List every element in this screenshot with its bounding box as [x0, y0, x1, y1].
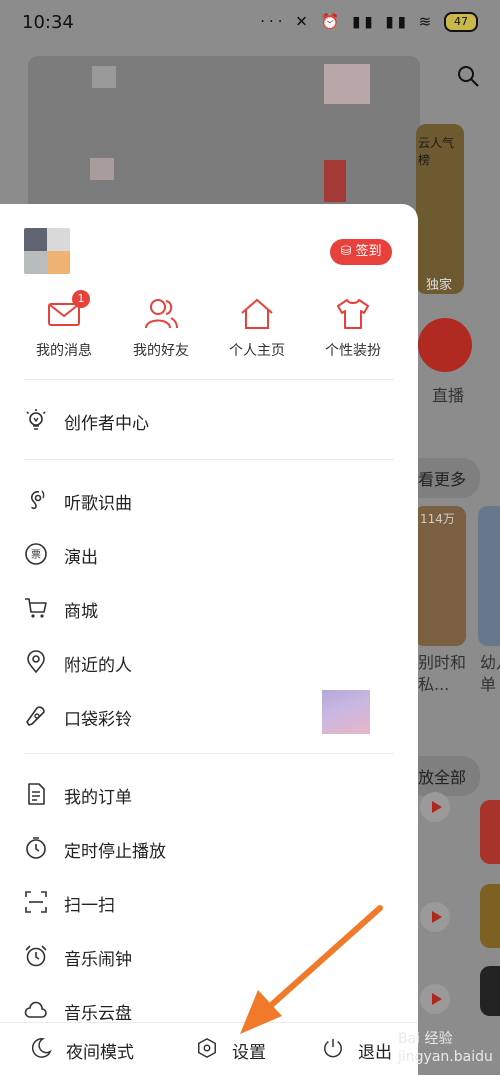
live-icon[interactable] [418, 318, 472, 372]
watermark: Bai 经验 jingyan.baidu [398, 1030, 500, 1074]
ringtone-icon [26, 706, 45, 726]
divider [24, 459, 394, 460]
avatar[interactable] [24, 228, 70, 274]
menu-label: 听歌识曲 [64, 494, 132, 514]
power-icon [324, 1038, 342, 1058]
bg-card-title: 云人气榜 [418, 136, 455, 167]
side-drawer: ⛁ 签到 1 我的消息 我的好友 个人主页 个性装扮 创作者中心 听歌识曲 票 … [0, 204, 418, 1075]
divider [24, 753, 394, 754]
quick-dress-up[interactable]: 个性装扮 [308, 296, 398, 360]
quick-label: 个人主页 [229, 343, 285, 359]
blur-block [324, 64, 370, 104]
menu-label: 演出 [64, 548, 98, 568]
order-icon [28, 783, 45, 805]
menu-label: 附近的人 [64, 656, 132, 676]
mail-icon: 1 [46, 290, 90, 332]
menu-label: 扫一扫 [64, 896, 115, 916]
menu-label: 音乐闹钟 [64, 950, 132, 970]
bg-song-cover [480, 884, 500, 948]
location-icon [27, 650, 45, 674]
menu-music-alarm[interactable]: 音乐闹钟 [24, 938, 394, 974]
status-icons: ··· ✕ ⏰ ▮▮ ▮▮ ≋ 47 [260, 12, 478, 32]
playlist-count: 114万 [420, 512, 455, 526]
play-icon[interactable] [420, 984, 450, 1014]
search-icon[interactable] [456, 64, 480, 88]
home-icon [239, 296, 275, 332]
menu-label: 定时停止播放 [64, 842, 166, 862]
menu-sleep-timer[interactable]: 定时停止播放 [24, 830, 394, 866]
bg-playlist-card[interactable] [478, 506, 500, 646]
quick-my-friends[interactable]: 我的好友 [116, 296, 206, 360]
shirt-icon [335, 296, 371, 332]
ticket-icon: 票 [25, 543, 47, 565]
bg-card-text: 别时和 私... [418, 653, 467, 694]
cloud-icon [24, 1001, 47, 1018]
menu-label: 我的订单 [64, 788, 132, 808]
blur-block [92, 66, 116, 88]
menu-my-orders[interactable]: 我的订单 [24, 776, 394, 812]
drawer-bottom-bar: 夜间模式 设置 退出 [0, 1022, 418, 1075]
mic-icon [31, 490, 45, 510]
quick-my-messages[interactable]: 1 我的消息 [19, 290, 109, 360]
logout-label: 退出 [358, 1043, 392, 1063]
menu-mall[interactable]: 商城 [24, 590, 394, 626]
menu-pocket-ringtone[interactable]: 口袋彩铃 [24, 690, 394, 734]
scan-icon [25, 891, 47, 913]
timer-icon [26, 837, 46, 859]
menu-shows[interactable]: 票 演出 [24, 536, 394, 572]
live-label: 直播 [432, 386, 465, 405]
gear-icon [198, 1038, 216, 1058]
settings-label: 设置 [232, 1043, 266, 1063]
ringtone-thumbnail [322, 690, 370, 734]
status-bar: 10:34 ··· ✕ ⏰ ▮▮ ▮▮ ≋ 47 [0, 0, 500, 48]
play-icon[interactable] [420, 792, 450, 822]
divider [24, 379, 394, 380]
status-icon-glyphs: ··· ✕ ⏰ ▮▮ ▮▮ ≋ [260, 12, 436, 31]
menu-label: 商城 [64, 602, 98, 622]
bg-playlist-card[interactable]: 114万 [414, 506, 466, 646]
menu-song-recognition[interactable]: 听歌识曲 [24, 482, 394, 518]
svg-text:票: 票 [31, 549, 41, 561]
banner[interactable] [28, 56, 420, 216]
menu-label: 音乐云盘 [64, 1004, 132, 1024]
sign-in-label: 签到 [355, 244, 382, 259]
moon-icon [31, 1038, 52, 1058]
night-mode-label: 夜间模式 [66, 1043, 134, 1063]
status-time: 10:34 [22, 12, 74, 33]
message-badge: 1 [72, 290, 90, 308]
bg-playlist-card[interactable]: 云人气榜 独家 [416, 124, 464, 294]
quick-home-page[interactable]: 个人主页 [212, 296, 302, 360]
battery-icon: 47 [444, 12, 478, 32]
sign-in-button[interactable]: ⛁ 签到 [330, 239, 392, 265]
menu-scan[interactable]: 扫一扫 [24, 884, 394, 920]
settings-button[interactable]: 设置 [196, 1037, 286, 1063]
quick-label: 我的消息 [36, 343, 92, 359]
quick-label: 我的好友 [133, 343, 189, 359]
blur-block [90, 158, 114, 180]
bg-card-text: 幼儿 单 [480, 653, 500, 694]
menu-creator-center[interactable]: 创作者中心 [24, 402, 394, 438]
menu-label: 创作者中心 [64, 414, 149, 434]
cart-icon [25, 598, 47, 618]
bg-song-cover [480, 800, 500, 864]
friends-icon [143, 296, 179, 332]
play-icon[interactable] [420, 902, 450, 932]
bg-song-cover [480, 966, 500, 1016]
lightbulb-icon [26, 409, 46, 430]
coin-icon: ⛁ [340, 244, 356, 259]
menu-label: 口袋彩铃 [64, 710, 132, 730]
watermark-text: Bai 经验 jingyan.baidu [398, 1031, 493, 1065]
quick-label: 个性装扮 [325, 343, 381, 359]
exclusive-badge: 独家 [426, 278, 453, 293]
blur-block [324, 160, 346, 202]
night-mode-button[interactable]: 夜间模式 [30, 1037, 160, 1063]
menu-nearby-people[interactable]: 附近的人 [24, 644, 394, 680]
alarm-icon [25, 945, 47, 967]
